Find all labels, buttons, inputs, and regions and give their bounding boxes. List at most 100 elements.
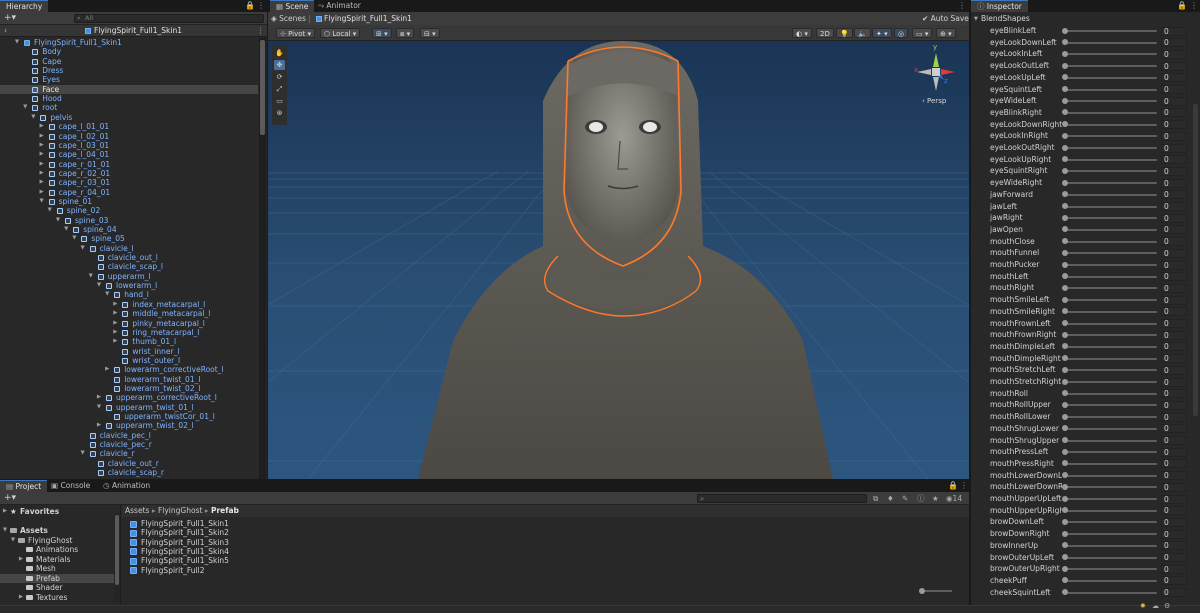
hand-tool-icon[interactable]: ✋ — [274, 48, 285, 58]
blendshape-slider-knob[interactable] — [1062, 518, 1068, 525]
blendshape-value-field[interactable]: 0 — [1161, 541, 1187, 551]
blendshape-slider[interactable] — [1065, 322, 1157, 325]
blendshape-value-field[interactable]: 0 — [1161, 471, 1187, 481]
blendshape-value-field[interactable]: 0 — [1161, 365, 1187, 375]
move-tool-icon[interactable]: ✥ — [274, 60, 285, 70]
blendshape-slider-knob[interactable] — [1062, 495, 1068, 502]
expand-arrow-icon[interactable]: ▶ — [39, 132, 45, 141]
blendshape-slider-knob[interactable] — [1062, 507, 1068, 514]
hierarchy-row[interactable]: ▼ spine_04 — [0, 225, 258, 234]
toggle-2d-button[interactable]: 2D — [816, 28, 834, 38]
blendshape-slider-knob[interactable] — [1062, 50, 1068, 57]
hierarchy-row[interactable]: ▶ cape_r_02_01 — [0, 169, 258, 178]
blendshape-slider-knob[interactable] — [1062, 390, 1068, 397]
blendshape-slider-knob[interactable] — [1062, 226, 1068, 233]
create-plus-icon[interactable]: +▾ — [4, 492, 16, 505]
expand-arrow-icon[interactable]: ▶ — [96, 421, 102, 430]
blendshape-slider[interactable] — [1065, 439, 1157, 442]
collapse-arrow-icon[interactable]: ▼ — [22, 103, 28, 112]
blendshape-value-field[interactable]: 0 — [1161, 506, 1187, 516]
blendshape-slider-knob[interactable] — [1062, 39, 1068, 46]
blendshape-slider-knob[interactable] — [1062, 261, 1068, 268]
blendshape-value-field[interactable]: 0 — [1161, 248, 1187, 258]
blendshape-slider-knob[interactable] — [1062, 472, 1068, 479]
blendshape-slider[interactable] — [1065, 53, 1157, 56]
blendshape-slider-knob[interactable] — [1062, 565, 1068, 572]
hierarchy-row[interactable]: ▼ spine_05 — [0, 234, 258, 243]
blendshape-slider[interactable] — [1065, 357, 1157, 360]
project-folder-item[interactable]: ▼ FlyingGhost — [0, 536, 114, 546]
blendshape-value-field[interactable]: 0 — [1161, 529, 1187, 539]
persp-label[interactable]: ‹ Persp — [922, 97, 946, 105]
collapse-arrow-icon[interactable]: ▼ — [71, 234, 77, 243]
collapse-arrow-icon[interactable]: ▼ — [39, 197, 45, 206]
hierarchy-row[interactable]: ▼ root — [0, 103, 258, 112]
hierarchy-row[interactable]: ▶ cape_r_03_01 — [0, 178, 258, 187]
hierarchy-scrollbar[interactable] — [259, 38, 266, 479]
blendshape-slider[interactable] — [1065, 170, 1157, 173]
icon-size-slider[interactable] — [919, 588, 952, 594]
rotate-tool-icon[interactable]: ⟳ — [274, 72, 285, 82]
blendshape-slider[interactable] — [1065, 345, 1157, 348]
blendshape-slider-knob[interactable] — [1062, 249, 1068, 256]
hierarchy-row[interactable]: ▶ cape_l_04_01 — [0, 150, 258, 159]
star-icon[interactable]: ★ — [932, 492, 939, 505]
hierarchy-row[interactable]: ▶ lowerarm_correctiveRoot_l — [0, 365, 258, 374]
tab-console[interactable]: ▣ Console — [45, 480, 96, 492]
blendshape-value-field[interactable]: 0 — [1161, 588, 1187, 598]
blendshape-value-field[interactable]: 0 — [1161, 38, 1187, 48]
blendshape-value-field[interactable]: 0 — [1161, 517, 1187, 527]
blendshape-slider[interactable] — [1065, 135, 1157, 138]
blendshape-slider[interactable] — [1065, 287, 1157, 290]
tab-inspector[interactable]: ⓘ Inspector — [971, 0, 1028, 12]
collab-icon[interactable]: ☁ — [1152, 602, 1159, 610]
blendshape-slider-knob[interactable] — [1062, 167, 1068, 174]
blendshape-slider-knob[interactable] — [1062, 378, 1068, 385]
hierarchy-row[interactable]: ▶ upperarm_correctiveRoot_l — [0, 393, 258, 402]
blendshape-slider[interactable] — [1065, 498, 1157, 500]
hierarchy-row[interactable]: Dress — [0, 66, 258, 75]
blendshape-value-field[interactable]: 0 — [1161, 260, 1187, 270]
rect-tool-icon[interactable]: ▭ — [274, 96, 285, 106]
blendshape-slider-knob[interactable] — [1062, 343, 1068, 350]
collapse-arrow-icon[interactable]: ▼ — [2, 526, 8, 536]
blendshape-value-field[interactable]: 0 — [1161, 494, 1187, 504]
blendshape-slider-knob[interactable] — [1062, 191, 1068, 198]
grid-visibility-button[interactable]: ⊟ ▾ — [420, 28, 440, 38]
hierarchy-row[interactable]: ▶ cape_l_02_01 — [0, 132, 258, 141]
info-toggle-icon[interactable]: ⓘ — [917, 492, 925, 505]
kebab-menu-icon[interactable]: ⋮ — [257, 0, 265, 12]
scenes-breadcrumb[interactable]: ◈ Scenes — [271, 12, 306, 25]
project-folder-item[interactable]: Mesh — [0, 564, 114, 574]
blendshapes-section-header[interactable]: ▼ BlendShapes — [971, 13, 1200, 25]
blendshape-value-field[interactable]: 0 — [1161, 389, 1187, 399]
collapse-arrow-icon[interactable]: ▼ — [88, 272, 94, 281]
blendshape-slider-knob[interactable] — [1062, 27, 1068, 34]
hierarchy-row[interactable]: clavicle_out_r — [0, 459, 258, 468]
project-folder-item[interactable]: ▼ Assets — [0, 526, 114, 536]
local-dropdown[interactable]: ⬡ Local ▾ — [320, 28, 361, 38]
blendshape-value-field[interactable]: 0 — [1161, 307, 1187, 317]
blendshape-slider-knob[interactable] — [1062, 214, 1068, 221]
expand-arrow-icon[interactable]: ▶ — [39, 188, 45, 197]
blendshape-value-field[interactable]: 0 — [1161, 576, 1187, 586]
search-by-label-icon[interactable]: ♦ — [887, 492, 894, 505]
grid-snap-button[interactable]: ⊞ ▾ — [372, 28, 392, 38]
blendshape-slider-knob[interactable] — [1062, 144, 1068, 151]
blendshape-value-field[interactable]: 0 — [1161, 283, 1187, 293]
blendshape-slider[interactable] — [1065, 544, 1157, 547]
auto-save-toggle[interactable]: ✔ Auto Save — [922, 12, 969, 25]
tab-project[interactable]: ▤ Project — [0, 480, 48, 492]
hierarchy-row[interactable]: Cape — [0, 57, 258, 66]
blendshape-value-field[interactable]: 0 — [1161, 295, 1187, 305]
blendshape-slider[interactable] — [1065, 275, 1157, 278]
hierarchy-row[interactable]: ▼ spine_02 — [0, 206, 258, 215]
blendshape-slider-knob[interactable] — [1062, 542, 1068, 549]
blendshape-slider-knob[interactable] — [1062, 203, 1068, 209]
blendshape-value-field[interactable]: 0 — [1161, 447, 1187, 457]
blendshape-slider-knob[interactable] — [1062, 132, 1068, 139]
blendshape-slider[interactable] — [1065, 416, 1157, 419]
scene-menu-icon[interactable]: ⋮ — [958, 0, 966, 12]
blendshape-slider-knob[interactable] — [1062, 74, 1068, 81]
icon-size-slider-knob[interactable] — [919, 588, 925, 594]
